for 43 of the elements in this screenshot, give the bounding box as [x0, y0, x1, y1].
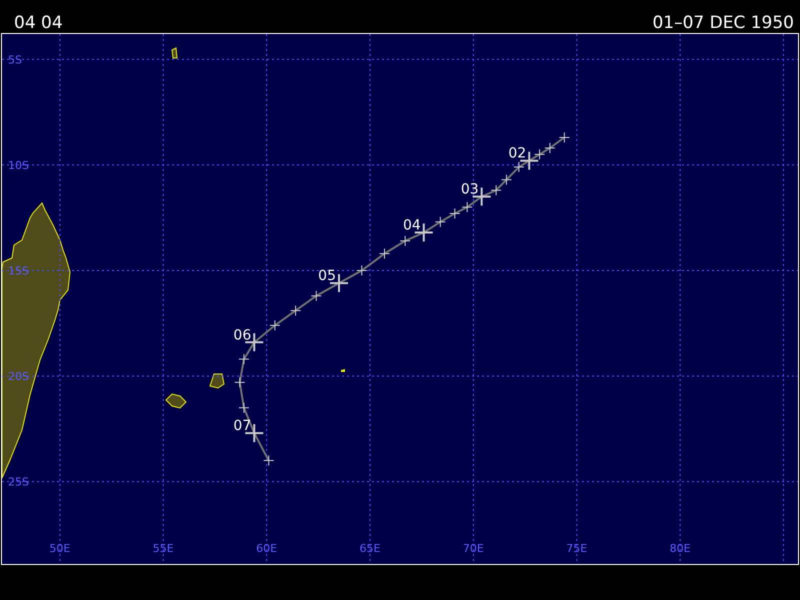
position-marker — [534, 148, 546, 160]
position-marker — [238, 354, 250, 365]
longitude-label: 75E — [566, 542, 588, 555]
latitude-label: 25S — [8, 476, 29, 489]
day-label: 07 — [233, 418, 252, 434]
position-marker — [263, 455, 274, 466]
longitude-label: 80E — [670, 542, 691, 555]
position-marker — [462, 202, 473, 213]
day-label: 02 — [508, 146, 526, 162]
longitude-label: 70E — [462, 542, 484, 555]
day-label: 03 — [460, 182, 479, 198]
position-marker — [269, 320, 280, 331]
longitude-label: 60E — [256, 542, 278, 555]
storm-number: 04 04 — [14, 13, 63, 33]
position-marker — [379, 248, 390, 260]
day-label: 06 — [233, 327, 252, 344]
island — [209, 374, 225, 389]
latitude-label: 5S — [8, 53, 22, 66]
longitude-label: 50E — [49, 542, 70, 555]
day-label: 05 — [318, 268, 336, 284]
longitude-label: 65E — [360, 542, 380, 555]
day-label: 04 — [402, 217, 421, 234]
latitude-label: 10S — [8, 158, 29, 172]
date-range: 01–07 DEC 1950 — [652, 13, 794, 33]
position-marker — [544, 142, 556, 154]
position-marker — [513, 162, 524, 173]
position-marker — [500, 174, 512, 186]
position-marker — [558, 132, 570, 143]
position-marker — [434, 216, 446, 228]
position-marker — [400, 235, 411, 246]
position-marker — [238, 402, 250, 414]
latitude-label: 20S — [8, 370, 29, 384]
island — [171, 47, 178, 58]
latitude-label: 15S — [8, 264, 29, 278]
position-marker — [356, 265, 368, 276]
position-marker — [234, 376, 246, 388]
island — [341, 369, 345, 372]
position-marker — [290, 305, 302, 316]
island — [165, 393, 187, 409]
position-marker — [310, 290, 322, 302]
position-marker — [490, 184, 502, 196]
position-marker — [449, 208, 460, 219]
longitude-label: 55E — [152, 542, 174, 555]
